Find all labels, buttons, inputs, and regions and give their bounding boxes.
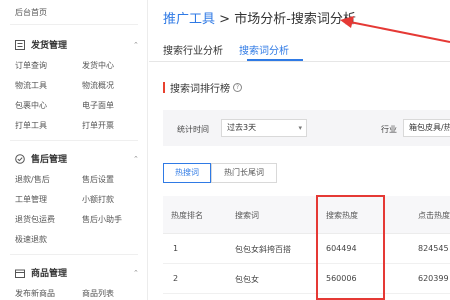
sidebar-section-shipping[interactable]: 发货管理 ⌃: [15, 38, 139, 51]
sidebar-item[interactable]: 退货包运费: [15, 214, 55, 225]
segment-long-tail-words[interactable]: 热门长尾词: [211, 163, 277, 183]
breadcrumb-link[interactable]: 推广工具: [163, 12, 215, 27]
table-row[interactable]: 2 包包女 560006 620399: [163, 264, 450, 294]
sidebar-section-aftersales[interactable]: 售后管理 ⌃: [15, 152, 139, 165]
table-row[interactable]: 1 包包女斜挎百搭 604494 824545: [163, 234, 450, 264]
sidebar-item[interactable]: 打单开票: [82, 120, 114, 131]
cell-click-heat: 824545: [418, 244, 449, 253]
sidebar-section-products[interactable]: 商品管理 ⌃: [15, 266, 139, 279]
sidebar-item[interactable]: 售后小助手: [82, 214, 122, 225]
sidebar-item[interactable]: 工单管理: [15, 194, 47, 205]
sidebar-item[interactable]: 物流概况: [82, 80, 114, 91]
cell-keyword: 包包女斜挎百搭: [235, 245, 291, 254]
time-filter-value: 过去3天: [227, 123, 257, 132]
help-icon[interactable]: ?: [233, 83, 242, 92]
cell-rank: 2: [173, 274, 179, 283]
time-filter-label: 统计时间: [177, 125, 209, 134]
sidebar-home-link[interactable]: 后台首页: [15, 7, 47, 18]
section-title-text: 搜索词排行榜: [170, 84, 230, 95]
industry-filter-value: 箱包皮具/热销女包: [409, 123, 450, 132]
chevron-up-icon: ⌃: [133, 154, 139, 163]
sidebar-section-title: 发货管理: [31, 41, 68, 51]
chevron-up-icon: ⌃: [133, 268, 139, 277]
industry-filter-select[interactable]: 箱包皮具/热销女包: [403, 119, 450, 137]
sidebar-item[interactable]: 发布新商品: [15, 288, 55, 299]
chevron-down-icon: ▾: [298, 124, 302, 132]
sidebar-item[interactable]: 打单工具: [15, 120, 47, 131]
section-accent-bar: [163, 82, 165, 93]
tab-keyword-analysis[interactable]: 搜索词分析: [239, 46, 289, 57]
column-header-rank[interactable]: 热度排名: [171, 210, 203, 221]
sidebar-item[interactable]: 物流工具: [15, 80, 47, 91]
segment-hot-words[interactable]: 热搜词: [163, 163, 211, 183]
sidebar-item[interactable]: 电子面单: [82, 100, 114, 111]
sidebar-item[interactable]: 小额打款: [82, 194, 114, 205]
sidebar: 后台首页 发货管理 ⌃ 订单查询 发货中心 物流工具 物流概况 包裹中心 电子面…: [0, 0, 148, 300]
sidebar-item[interactable]: 商品列表: [82, 288, 114, 299]
breadcrumb-separator: >: [215, 12, 235, 27]
sidebar-divider: [10, 24, 138, 25]
sidebar-section-title: 商品管理: [31, 269, 68, 279]
column-header-keyword[interactable]: 搜索词: [235, 210, 259, 221]
filter-panel: 统计时间 过去3天 ▾ 行业 箱包皮具/热销女包: [163, 110, 450, 146]
cell-keyword: 包包女: [235, 275, 259, 284]
top-tabs: 搜索行业分析 搜索词分析: [163, 42, 305, 57]
sidebar-item[interactable]: 包裹中心: [15, 100, 47, 111]
box-icon: [15, 268, 25, 278]
check-circle-icon: [15, 153, 25, 164]
breadcrumb: 推广工具 > 市场分析-搜索词分析: [163, 8, 356, 27]
tabs-divider: [149, 61, 450, 62]
sidebar-divider: [10, 254, 138, 255]
sidebar-section-title: 售后管理: [31, 155, 68, 165]
sidebar-item[interactable]: 退款/售后: [15, 174, 50, 185]
time-filter-select[interactable]: 过去3天 ▾: [221, 119, 307, 137]
main-content: 推广工具 > 市场分析-搜索词分析 搜索行业分析 搜索词分析 搜索词排行榜 ? 统…: [149, 0, 450, 300]
cell-click-heat: 620399: [418, 274, 449, 283]
chevron-up-icon: ⌃: [133, 40, 139, 49]
sidebar-item[interactable]: 订单查询: [15, 60, 47, 71]
cell-rank: 1: [173, 244, 179, 253]
annotation-highlight-box: [316, 195, 385, 300]
sidebar-item[interactable]: 发货中心: [82, 60, 114, 71]
tab-industry-analysis[interactable]: 搜索行业分析: [163, 46, 223, 57]
sidebar-item[interactable]: 极速退款: [15, 234, 47, 245]
breadcrumb-current: 市场分析-搜索词分析: [234, 12, 356, 27]
table-header: 热度排名 搜索词 搜索热度 点击热度: [163, 196, 450, 234]
industry-filter-label: 行业: [381, 125, 397, 134]
column-header-click-heat[interactable]: 点击热度: [418, 210, 450, 221]
section-title: 搜索词排行榜 ?: [163, 80, 242, 95]
list-icon: [15, 39, 25, 50]
sidebar-divider: [10, 140, 138, 141]
sidebar-item[interactable]: 售后设置: [82, 174, 114, 185]
